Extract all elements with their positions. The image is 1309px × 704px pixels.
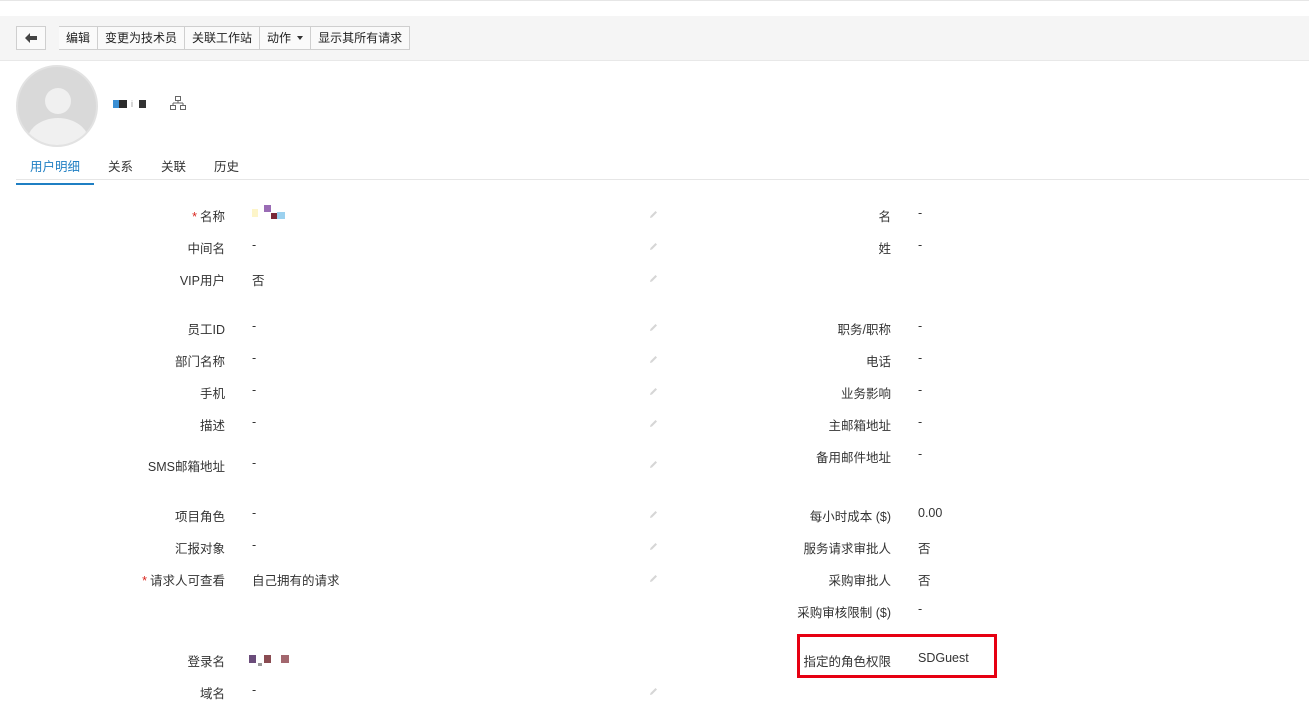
field-label-description: 描述 [199, 419, 225, 433]
edit-pencil-icon[interactable] [649, 321, 658, 331]
field-label-last-name: 姓 [878, 242, 891, 256]
show-all-requests-button[interactable]: 显示其所有请求 [311, 26, 411, 50]
field-value-sms-email: - [252, 456, 257, 470]
avatar-head [45, 88, 71, 114]
edit-pencil-icon[interactable] [649, 417, 658, 427]
field-label-reports-to: 汇报对象 [174, 542, 225, 556]
tab-divider [16, 179, 1309, 180]
field-value-employee-id: - [252, 319, 257, 333]
edit-pencil-icon[interactable] [649, 540, 658, 550]
edit-pencil-icon[interactable] [649, 508, 658, 518]
field-label-department: 部门名称 [174, 355, 225, 369]
edit-pencil-icon[interactable] [649, 685, 658, 695]
edit-pencil-icon[interactable] [649, 458, 658, 468]
field-label-sms-email: SMS邮箱地址 [147, 460, 225, 474]
edit-pencil-icon[interactable] [649, 208, 658, 218]
field-value-department: - [252, 351, 257, 365]
field-value-business-impact: - [918, 383, 923, 397]
actions-label: 动作 [267, 31, 292, 45]
field-value-purchase-approver: 否 [918, 574, 931, 588]
field-value-first-name: - [918, 206, 923, 220]
required-marker: * [192, 210, 197, 224]
field-label-mobile: 手机 [199, 387, 225, 401]
field-label-purchase-limit: 采购审核限制 ($) [797, 606, 891, 620]
field-value-primary-email: - [918, 415, 923, 429]
field-label-first-name: 名 [878, 210, 891, 224]
arrow-left-icon [25, 33, 37, 43]
field-label-project-role: 项目角色 [174, 510, 225, 524]
field-label-phone: 电话 [865, 355, 891, 369]
field-value-domain: - [252, 683, 257, 697]
field-value-mobile: - [252, 383, 257, 397]
edit-pencil-icon[interactable] [649, 272, 658, 282]
avatar [16, 65, 98, 147]
edit-pencil-icon[interactable] [649, 572, 658, 582]
field-label-login-name: 登录名 [187, 655, 225, 669]
field-label-domain: 域名 [199, 687, 225, 701]
field-label-service-approver: 服务请求审批人 [803, 542, 891, 556]
field-label-primary-email: 主邮箱地址 [828, 419, 891, 433]
field-value-requester-view: 自己拥有的请求 [252, 574, 340, 588]
field-value-vip-user: 否 [252, 274, 265, 288]
field-value-last-name: - [918, 238, 923, 252]
edit-pencil-icon[interactable] [649, 240, 658, 250]
field-label-secondary-email: 备用邮件地址 [815, 451, 891, 465]
back-button[interactable] [16, 26, 46, 50]
org-chart-icon[interactable] [170, 96, 186, 113]
edit-pencil-icon[interactable] [649, 385, 658, 395]
field-value-middle-name: - [252, 238, 257, 252]
field-label-purchase-approver: 采购审批人 [828, 574, 891, 588]
field-label-job-title: 职务/职称 [837, 323, 891, 337]
field-value-login-name-redacted [249, 652, 289, 666]
field-label-requester-view: * 请求人可查看 [142, 574, 225, 588]
field-label-employee-id: 员工ID [187, 323, 225, 337]
actions-dropdown[interactable]: 动作 [260, 26, 312, 50]
highlight-box [797, 634, 997, 678]
top-divider [0, 0, 1309, 1]
field-label-hourly-cost: 每小时成本 ($) [809, 510, 891, 524]
field-label-name: * 名称 [192, 210, 225, 224]
field-value-hourly-cost: 0.00 [918, 506, 943, 520]
change-to-technician-button[interactable]: 变更为技术员 [98, 26, 186, 50]
link-workstation-button[interactable]: 关联工作站 [185, 26, 261, 50]
toolbar: 编辑 变更为技术员 关联工作站 动作 显示其所有请求 [0, 16, 1309, 61]
field-value-secondary-email: - [918, 447, 923, 461]
field-label-business-impact: 业务影响 [840, 387, 891, 401]
user-display-name-redacted: i [113, 98, 146, 110]
field-value-purchase-limit: - [918, 602, 923, 616]
edit-pencil-icon[interactable] [649, 353, 658, 363]
field-value-description: - [252, 415, 257, 429]
field-value-service-approver: 否 [918, 542, 931, 556]
field-value-project-role: - [252, 506, 257, 520]
field-value-job-title: - [918, 319, 923, 333]
field-value-reports-to: - [252, 538, 257, 552]
avatar-body [27, 118, 89, 145]
field-value-phone: - [918, 351, 923, 365]
field-value-name-redacted [252, 205, 285, 219]
field-label-vip-user: VIP用户 [179, 274, 225, 288]
required-marker: * [142, 574, 147, 588]
edit-button[interactable]: 编辑 [59, 26, 99, 50]
field-label-middle-name: 中间名 [187, 242, 225, 256]
caret-down-icon [297, 36, 304, 40]
